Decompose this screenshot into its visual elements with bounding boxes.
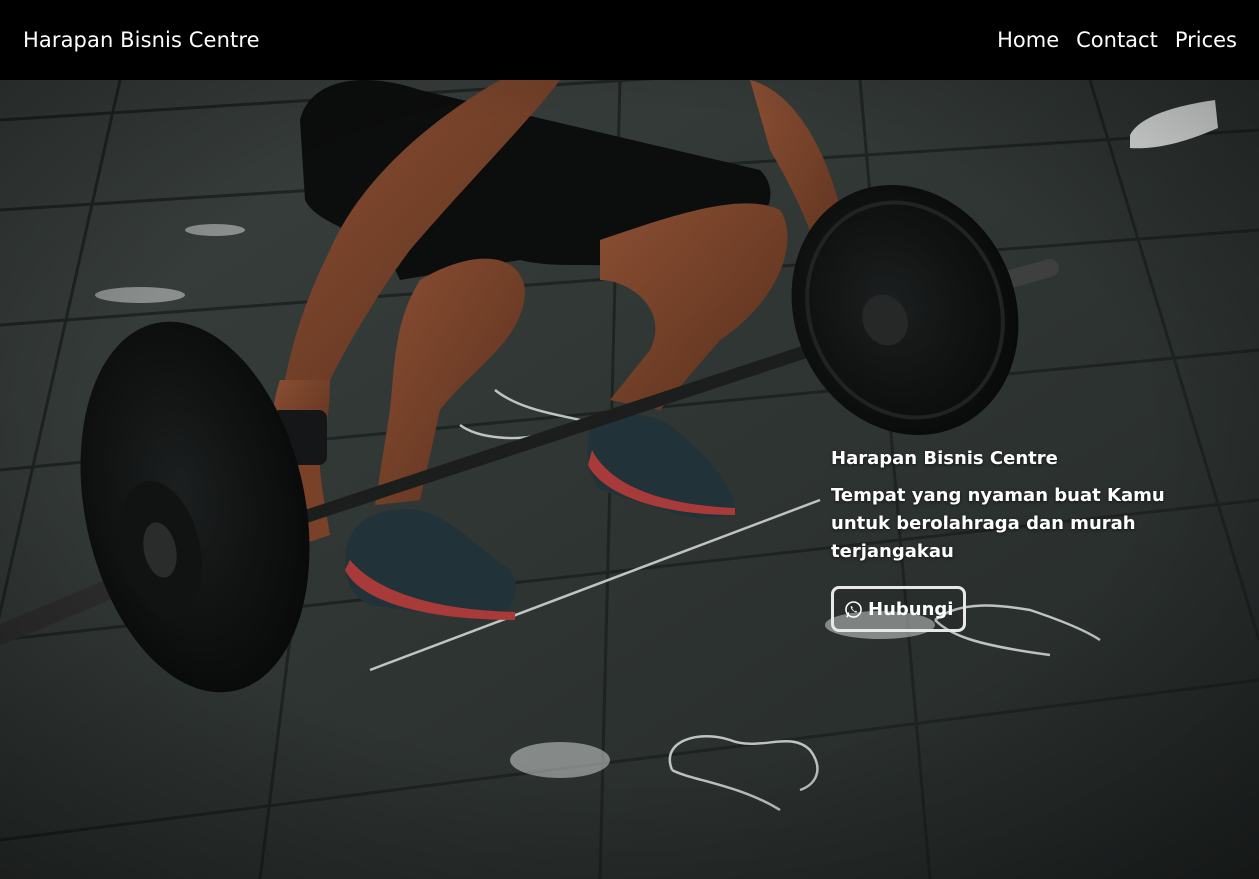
hero-content: Harapan Bisnis Centre Tempat yang nyaman… (831, 448, 1231, 632)
navbar: Harapan Bisnis Centre Home Contact Price… (0, 0, 1259, 80)
whatsapp-icon (845, 600, 862, 618)
nav-link-prices[interactable]: Prices (1175, 28, 1237, 52)
nav-link-contact[interactable]: Contact (1076, 28, 1158, 52)
nav-links: Home Contact Prices (997, 28, 1237, 52)
nav-link-home[interactable]: Home (997, 28, 1059, 52)
contact-button-label: Hubungi (868, 598, 954, 620)
brand-link[interactable]: Harapan Bisnis Centre (23, 28, 260, 52)
contact-button[interactable]: Hubungi (831, 586, 967, 632)
hero-tagline: Tempat yang nyaman buat Kamu untuk berol… (831, 485, 1165, 562)
hero-section: Harapan Bisnis Centre Tempat yang nyaman… (0, 80, 1259, 879)
hero-title: Harapan Bisnis Centre (831, 448, 1058, 469)
